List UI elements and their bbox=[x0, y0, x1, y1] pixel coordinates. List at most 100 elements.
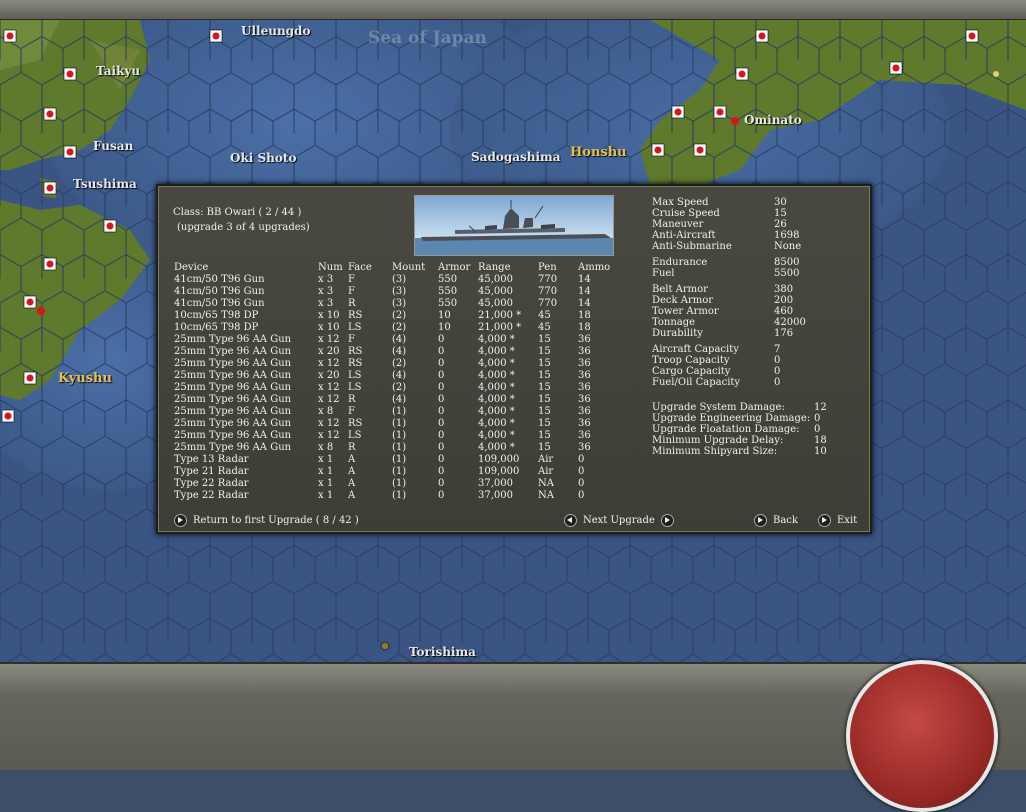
header-num: Num bbox=[318, 262, 343, 273]
cell-num: x 12 bbox=[318, 358, 340, 369]
cell-mount: (1) bbox=[392, 478, 407, 489]
cell-pen: 770 bbox=[538, 298, 558, 309]
cell-mount: (1) bbox=[392, 466, 407, 477]
cell-face: RS bbox=[348, 310, 363, 321]
cell-ammo: 14 bbox=[578, 298, 591, 309]
cell-num: x 1 bbox=[318, 490, 334, 501]
cell-armor: 0 bbox=[438, 490, 445, 501]
arrow-right-icon bbox=[754, 514, 767, 527]
cell-ammo: 0 bbox=[578, 478, 585, 489]
cell-face: RS bbox=[348, 418, 363, 429]
cell-ammo: 36 bbox=[578, 406, 591, 417]
cell-num: x 12 bbox=[318, 430, 340, 441]
cell-face: RS bbox=[348, 346, 363, 357]
stat-label: Endurance bbox=[652, 257, 708, 268]
cell-mount: (1) bbox=[392, 430, 407, 441]
cell-pen: 45 bbox=[538, 322, 551, 333]
arrow-left-icon[interactable] bbox=[564, 514, 577, 527]
stat-label: Fuel bbox=[652, 268, 675, 279]
table-row: 25mm Type 96 AA Gun x 8 F (1) 0 4,000 * 15 36 bbox=[158, 406, 618, 418]
cell-ammo: 36 bbox=[578, 382, 591, 393]
exit-button[interactable]: Exit bbox=[818, 514, 857, 527]
cell-device: 25mm Type 96 AA Gun bbox=[174, 346, 292, 357]
cell-armor: 0 bbox=[438, 454, 445, 465]
cell-range: 4,000 * bbox=[478, 406, 515, 417]
cell-device: 25mm Type 96 AA Gun bbox=[174, 334, 292, 345]
stat-value: 30 bbox=[774, 197, 787, 208]
cell-armor: 0 bbox=[438, 334, 445, 345]
stat-value: 0 bbox=[774, 377, 781, 388]
cell-ammo: 36 bbox=[578, 334, 591, 345]
table-row: 25mm Type 96 AA Gun x 8 R (1) 0 4,000 * 15 36 bbox=[158, 442, 618, 454]
cell-armor: 10 bbox=[438, 322, 451, 333]
ship-upgrade-line: (upgrade 3 of 4 upgrades) bbox=[177, 222, 310, 233]
cell-device: 25mm Type 96 AA Gun bbox=[174, 394, 292, 405]
cell-pen: 770 bbox=[538, 286, 558, 297]
stat-label: Fuel/Oil Capacity bbox=[652, 377, 741, 388]
cell-armor: 0 bbox=[438, 346, 445, 357]
cell-pen: NA bbox=[538, 478, 554, 489]
arrow-right-icon[interactable] bbox=[660, 514, 674, 527]
arrow-right-icon bbox=[174, 514, 187, 527]
cell-mount: (2) bbox=[392, 310, 407, 321]
cell-num: x 12 bbox=[318, 394, 340, 405]
cell-pen: 15 bbox=[538, 334, 551, 345]
cell-armor: 550 bbox=[438, 274, 458, 285]
cell-ammo: 14 bbox=[578, 274, 591, 285]
cell-ammo: 36 bbox=[578, 442, 591, 453]
table-row: 25mm Type 96 AA Gun x 12 LS (2) 0 4,000 * 15 36 bbox=[158, 382, 618, 394]
stat-row: Minimum Shipyard Size: 10 bbox=[652, 446, 862, 457]
cell-range: 4,000 * bbox=[478, 430, 515, 441]
cell-face: LS bbox=[348, 370, 362, 381]
cell-armor: 550 bbox=[438, 286, 458, 297]
cell-pen: 15 bbox=[538, 442, 551, 453]
cell-mount: (3) bbox=[392, 298, 407, 309]
cell-face: RS bbox=[348, 358, 363, 369]
table-row: Type 22 Radar x 1 A (1) 0 37,000 NA 0 bbox=[158, 478, 618, 490]
header-armor: Armor bbox=[438, 262, 471, 273]
stat-value: 460 bbox=[774, 306, 794, 317]
cell-mount: (4) bbox=[392, 346, 407, 357]
stat-label: Deck Armor bbox=[652, 295, 714, 306]
stat-row: Tonnage 42000 bbox=[652, 317, 862, 328]
table-row: Type 22 Radar x 1 A (1) 0 37,000 NA 0 bbox=[158, 490, 618, 502]
cell-face: LS bbox=[348, 430, 362, 441]
stat-row: Anti-Submarine None bbox=[652, 241, 862, 252]
stat-label: Aircraft Capacity bbox=[652, 344, 739, 355]
map-label-sea-of-japan: Sea of Japan bbox=[368, 28, 487, 48]
header-range: Range bbox=[478, 262, 511, 273]
table-row: Type 13 Radar x 1 A (1) 0 109,000 Air 0 bbox=[158, 454, 618, 466]
cell-device: 25mm Type 96 AA Gun bbox=[174, 370, 292, 381]
stat-value: 0 bbox=[814, 413, 821, 424]
return-first-upgrade-button[interactable]: Return to first Upgrade ( 8 / 42 ) bbox=[174, 514, 359, 527]
ship-upgrade-panel: Class: BB Owari ( 2 / 44 ) (upgrade 3 of… bbox=[156, 184, 872, 534]
cell-ammo: 18 bbox=[578, 322, 591, 333]
stat-label: Tower Armor bbox=[652, 306, 719, 317]
table-row: 41cm/50 T96 Gun x 3 F (3) 550 45,000 770 14 bbox=[158, 286, 618, 298]
cell-device: 10cm/65 T98 DP bbox=[174, 322, 259, 333]
cell-armor: 10 bbox=[438, 310, 451, 321]
cell-mount: (1) bbox=[392, 454, 407, 465]
cell-armor: 0 bbox=[438, 466, 445, 477]
cell-face: R bbox=[348, 394, 356, 405]
cell-ammo: 36 bbox=[578, 430, 591, 441]
stat-value: 7 bbox=[774, 344, 781, 355]
cell-ammo: 36 bbox=[578, 358, 591, 369]
cell-mount: (3) bbox=[392, 274, 407, 285]
cell-pen: NA bbox=[538, 490, 554, 501]
cell-armor: 0 bbox=[438, 382, 445, 393]
cell-armor: 0 bbox=[438, 418, 445, 429]
cell-face: F bbox=[348, 286, 355, 297]
next-upgrade-button[interactable]: Next Upgrade bbox=[564, 514, 674, 527]
cell-armor: 0 bbox=[438, 370, 445, 381]
end-turn-seal-button[interactable] bbox=[846, 660, 998, 812]
stat-row: Upgrade System Damage: 12 bbox=[652, 402, 862, 413]
back-button[interactable]: Back bbox=[754, 514, 798, 527]
cell-range: 4,000 * bbox=[478, 382, 515, 393]
map-label-oki-shoto: Oki Shoto bbox=[230, 151, 297, 165]
cell-face: LS bbox=[348, 382, 362, 393]
table-row: 10cm/65 T98 DP x 10 LS (2) 10 21,000 * 45 18 bbox=[158, 322, 618, 334]
cell-pen: 45 bbox=[538, 310, 551, 321]
cell-ammo: 36 bbox=[578, 346, 591, 357]
cell-ammo: 0 bbox=[578, 466, 585, 477]
